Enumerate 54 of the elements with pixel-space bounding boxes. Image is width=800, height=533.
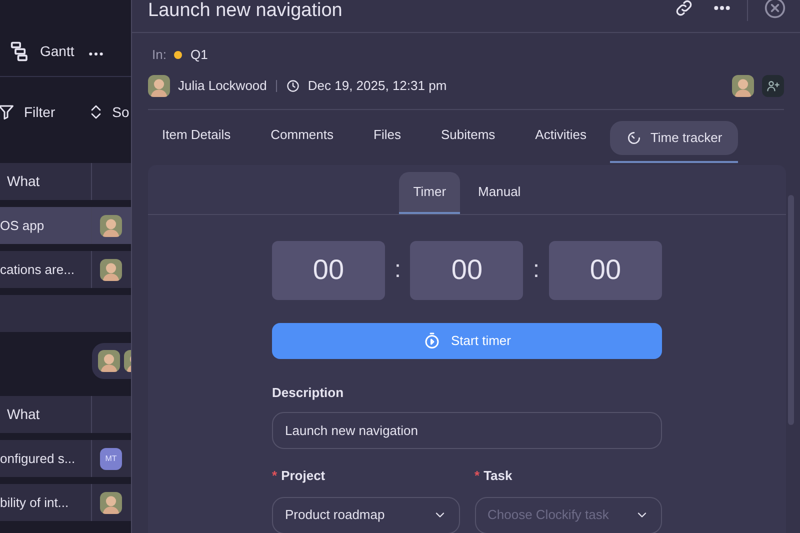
tab[interactable]: Subitems	[424, 110, 512, 160]
avatar-icon	[100, 492, 122, 514]
scrollbar-thumb[interactable]	[788, 194, 794, 424]
time-separator: :	[532, 255, 540, 285]
task-name: bility of int...	[0, 494, 69, 512]
task-name: onfigured s...	[0, 450, 76, 468]
created-date: Dec 19, 2025, 12:31 pm	[308, 76, 447, 95]
column-header: What	[7, 172, 40, 191]
time-field[interactable]: 00	[410, 240, 524, 300]
task-name: OS app	[0, 216, 44, 235]
tab[interactable]: Files	[358, 110, 417, 160]
tab[interactable]: Activities	[519, 110, 602, 160]
location-label: In:	[152, 46, 166, 64]
timer-icon	[626, 130, 642, 146]
required-mark: *	[272, 467, 278, 485]
tab[interactable]: Comments	[254, 110, 350, 160]
mode-tab[interactable]: Timer	[399, 172, 460, 214]
filter-button[interactable]: Filter	[0, 102, 56, 122]
avatar-icon	[148, 74, 170, 96]
time-field[interactable]: 00	[272, 240, 385, 300]
required-mark: *	[474, 467, 480, 485]
tab[interactable]: Item Details	[146, 110, 247, 160]
close-icon[interactable]	[764, 0, 786, 19]
initials-avatar: MT	[100, 448, 122, 470]
tab[interactable]: Time tracker	[610, 120, 738, 154]
stopwatch-icon	[423, 332, 442, 350]
field-label: Task	[484, 467, 512, 485]
drawer-title: Launch new navigation	[148, 0, 342, 22]
avatar-icon	[732, 74, 754, 96]
table-row[interactable]: bility of int...	[0, 484, 131, 521]
location-name[interactable]: Q1	[190, 45, 208, 64]
clock-icon	[286, 78, 300, 92]
filter-icon	[0, 103, 15, 121]
table-row[interactable]: OS app	[0, 207, 131, 244]
table-row[interactable]: cations are...	[0, 251, 131, 288]
column-header: What	[7, 405, 40, 424]
link-icon[interactable]	[674, 0, 694, 18]
field-label: Project	[281, 467, 326, 485]
view-label[interactable]: Gantt	[40, 41, 74, 62]
time-field[interactable]: 00	[548, 240, 662, 300]
mode-tab[interactable]: Manual	[464, 172, 535, 214]
field-label: Description	[272, 384, 345, 402]
author-name: Julia Lockwood	[178, 76, 267, 95]
avatar-icon	[100, 214, 122, 236]
task-name: cations are...	[0, 260, 74, 279]
add-person-icon	[766, 78, 780, 92]
avatar-icon	[98, 350, 120, 372]
sort-button[interactable]: So	[88, 102, 130, 122]
time-separator: :	[394, 255, 402, 285]
description-field[interactable]: Launch new navigation	[272, 412, 662, 449]
avatar-icon	[100, 258, 122, 280]
add-assignee-button[interactable]	[762, 74, 784, 96]
table-row[interactable]: onfigured s... MT	[0, 440, 131, 477]
project-select[interactable]: Product roadmap	[272, 496, 460, 533]
